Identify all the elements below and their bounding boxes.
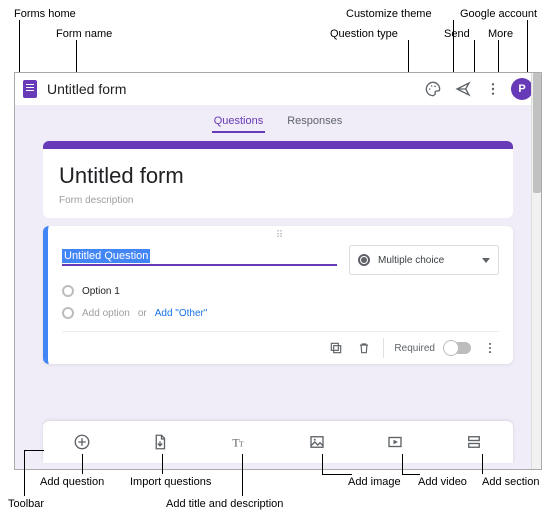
required-label: Required [394, 343, 435, 354]
callout-add-question: Add question [40, 476, 104, 488]
add-option-link[interactable]: Add option [82, 308, 130, 319]
send-button[interactable] [451, 77, 475, 101]
form-header-description[interactable]: Form description [59, 195, 497, 206]
callout-google-account: Google account [460, 8, 537, 20]
radio-icon [358, 254, 370, 266]
customize-theme-button[interactable] [421, 77, 445, 101]
question-card[interactable]: ⠿ Untitled Question Multiple choice Opti… [43, 226, 513, 364]
trash-icon [357, 341, 371, 355]
tab-responses[interactable]: Responses [285, 111, 344, 133]
form-header-card[interactable]: Untitled form Form description [43, 141, 513, 218]
duplicate-button[interactable] [327, 339, 345, 357]
form-tabs: Questions Responses [15, 105, 541, 133]
drag-handle-icon[interactable]: ⠿ [62, 230, 499, 241]
form-title[interactable]: Untitled form [47, 81, 126, 97]
more-button[interactable] [481, 77, 505, 101]
question-title-text: Untitled Question [62, 249, 150, 263]
add-image-button[interactable] [303, 428, 331, 456]
delete-button[interactable] [355, 339, 373, 357]
callout-send: Send [444, 28, 470, 40]
question-type-label: Multiple choice [378, 255, 444, 266]
google-forms-window: Untitled form P Questions Responses Unti… [14, 72, 542, 470]
add-section-button[interactable] [460, 428, 488, 456]
add-question-button[interactable] [68, 428, 96, 456]
add-video-button[interactable] [381, 428, 409, 456]
chevron-down-icon [482, 258, 490, 263]
divider [383, 338, 384, 358]
video-icon [386, 433, 404, 451]
section-icon [465, 433, 483, 451]
add-option-row: Add option or Add "Other" [62, 307, 499, 319]
scrollbar-thumb[interactable] [533, 73, 541, 193]
radio-empty-icon [62, 307, 74, 319]
send-icon [455, 81, 471, 97]
option-row-1[interactable]: Option 1 [62, 285, 499, 297]
tab-questions[interactable]: Questions [212, 111, 266, 133]
import-questions-button[interactable] [146, 428, 174, 456]
option-1-text[interactable]: Option 1 [82, 286, 120, 297]
text-icon: TT [230, 433, 248, 451]
callout-add-title: Add title and description [166, 498, 283, 510]
forms-home-icon[interactable] [23, 80, 37, 98]
or-text: or [138, 308, 147, 319]
callout-add-image: Add image [348, 476, 401, 488]
more-vert-icon [483, 341, 497, 355]
question-type-select[interactable]: Multiple choice [349, 245, 499, 275]
callout-forms-home: Forms home [14, 8, 76, 20]
more-vert-icon [485, 81, 501, 97]
topbar: Untitled form P [15, 73, 541, 105]
callout-add-section: Add section [482, 476, 539, 488]
svg-text:T: T [239, 440, 244, 449]
scrollbar[interactable] [531, 73, 541, 469]
callout-question-type: Question type [330, 28, 398, 40]
callout-toolbar: Toolbar [8, 498, 44, 510]
callout-add-video: Add video [418, 476, 467, 488]
floating-toolbar: TT [43, 421, 513, 463]
callout-form-name: Form name [56, 28, 112, 40]
copy-icon [329, 341, 343, 355]
radio-empty-icon [62, 285, 74, 297]
add-title-button[interactable]: TT [225, 428, 253, 456]
palette-icon [425, 81, 441, 97]
question-footer: Required [62, 331, 499, 358]
callout-customize-theme: Customize theme [346, 8, 432, 20]
add-other-link[interactable]: Add "Other" [155, 308, 208, 319]
required-toggle[interactable] [445, 342, 471, 354]
question-more-button[interactable] [481, 339, 499, 357]
google-account-avatar[interactable]: P [511, 78, 533, 100]
callout-import-questions: Import questions [130, 476, 211, 488]
plus-circle-icon [73, 433, 91, 451]
question-title-input[interactable]: Untitled Question [62, 245, 337, 266]
callout-more: More [488, 28, 513, 40]
image-icon [308, 433, 326, 451]
form-header-title[interactable]: Untitled form [59, 163, 497, 189]
import-icon [151, 433, 169, 451]
